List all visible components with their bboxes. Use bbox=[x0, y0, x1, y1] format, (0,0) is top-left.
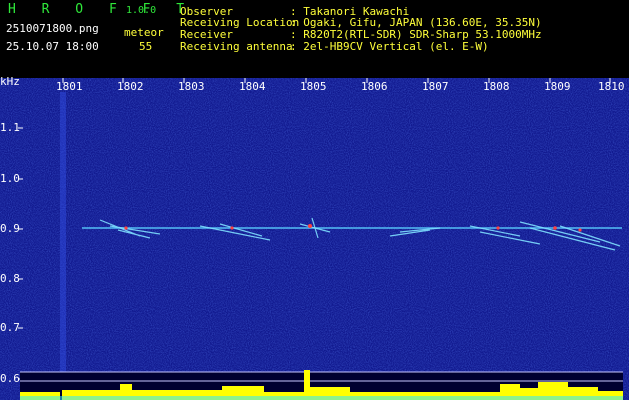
x-tick-label: 1803 bbox=[178, 80, 205, 93]
x-tick-label: 1808 bbox=[483, 80, 510, 93]
y-tick-label: 0.6 bbox=[0, 372, 20, 385]
x-tick-label: 1804 bbox=[239, 80, 266, 93]
y-axis-unit: kHz bbox=[0, 75, 20, 88]
antenna-value: : 2el-HB9CV Vertical (el. E-W) bbox=[290, 40, 489, 53]
hot-spot bbox=[553, 226, 557, 230]
x-tick-label: 1809 bbox=[544, 80, 571, 93]
spectrogram bbox=[0, 78, 629, 400]
level-baseline bbox=[20, 396, 623, 400]
interference-stripe bbox=[60, 92, 66, 387]
y-tick-label: 0.8 bbox=[0, 272, 20, 285]
meteor-count: 55 bbox=[139, 40, 153, 53]
app-logo: H R O F F T bbox=[8, 2, 194, 17]
hot-spot bbox=[578, 228, 582, 232]
y-tick-label: 1.0 bbox=[0, 172, 20, 185]
hot-spot bbox=[308, 224, 312, 228]
timestamp: 25.10.07 18:00 bbox=[6, 40, 99, 53]
app-version: 1.0.0 bbox=[126, 5, 157, 16]
x-tick-label: 1807 bbox=[422, 80, 449, 93]
y-tick-label: 0.7 bbox=[0, 321, 20, 334]
hot-spot bbox=[124, 226, 128, 230]
x-tick-label: 1810 bbox=[598, 80, 625, 93]
image-filename: 2510071800.png bbox=[6, 22, 99, 35]
header-panel: H R O F F T 1.0.0 2510071800.png meteor … bbox=[0, 0, 629, 58]
mode-label: meteor bbox=[124, 26, 164, 39]
hot-spot bbox=[230, 226, 234, 230]
antenna-label: Receiving antenna bbox=[180, 40, 293, 53]
x-tick-label: 1806 bbox=[361, 80, 388, 93]
y-tick-label: 0.9 bbox=[0, 222, 20, 235]
x-tick-label: 1805 bbox=[300, 80, 327, 93]
y-tick-label: 1.1 bbox=[0, 121, 20, 134]
x-tick-label: 1801 bbox=[56, 80, 83, 93]
x-tick-label: 1802 bbox=[117, 80, 144, 93]
noise-texture bbox=[0, 78, 629, 400]
hot-spot bbox=[496, 226, 500, 230]
